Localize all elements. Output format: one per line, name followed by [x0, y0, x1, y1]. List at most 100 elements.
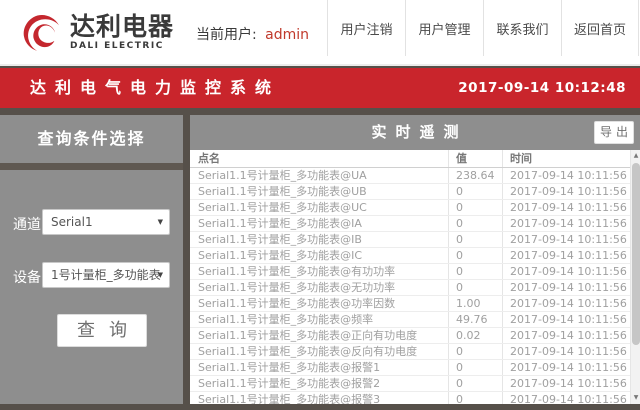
- table-row: Serial1.1号计量柜_多功能表@UB02017-09-14 10:11:5…: [190, 184, 630, 200]
- cell-name: Serial1.1号计量柜_多功能表@反向有功电度: [190, 344, 448, 359]
- cell-time: 2017-09-14 10:11:56: [502, 264, 630, 279]
- cell-time: 2017-09-14 10:11:56: [502, 232, 630, 247]
- system-banner: 达利电气电力监控系统 2017-09-14 10:12:48: [0, 68, 640, 108]
- channel-select-value: Serial1: [51, 215, 93, 229]
- cell-value: 0: [448, 232, 502, 247]
- query-button[interactable]: 查询: [57, 314, 147, 347]
- cell-value: 0: [448, 376, 502, 391]
- cell-name: Serial1.1号计量柜_多功能表@功率因数: [190, 296, 448, 311]
- cell-name: Serial1.1号计量柜_多功能表@报警2: [190, 376, 448, 391]
- cell-value: 0: [448, 360, 502, 375]
- cell-name: Serial1.1号计量柜_多功能表@UC: [190, 200, 448, 215]
- dali-logo-icon: [22, 10, 64, 54]
- table-row: Serial1.1号计量柜_多功能表@正向有功电度0.022017-09-14 …: [190, 328, 630, 344]
- logo-en: DALI ELECTRIC: [70, 41, 174, 51]
- current-user-label: 当前用户:: [196, 27, 257, 43]
- current-user-value: admin: [265, 27, 309, 43]
- channel-select[interactable]: Serial1 ▼: [42, 209, 170, 235]
- cell-time: 2017-09-14 10:11:56: [502, 344, 630, 359]
- scrollbar-thumb[interactable]: [632, 163, 640, 345]
- logo[interactable]: 达利电器 DALI ELECTRIC: [22, 10, 174, 54]
- table-row: Serial1.1号计量柜_多功能表@无功功率02017-09-14 10:11…: [190, 280, 630, 296]
- sidebar-title: 查询条件选择: [0, 115, 183, 163]
- cell-value: 0: [448, 200, 502, 215]
- table-row: Serial1.1号计量柜_多功能表@IA02017-09-14 10:11:5…: [190, 216, 630, 232]
- table-row: Serial1.1号计量柜_多功能表@有功功率02017-09-14 10:11…: [190, 264, 630, 280]
- current-user: 当前用户: admin: [196, 24, 309, 44]
- cell-value: 0: [448, 280, 502, 295]
- table-row: Serial1.1号计量柜_多功能表@反向有功电度02017-09-14 10:…: [190, 344, 630, 360]
- cell-name: Serial1.1号计量柜_多功能表@UB: [190, 184, 448, 199]
- system-title: 达利电气电力监控系统: [30, 68, 280, 108]
- column-header-time: 时间: [502, 150, 630, 167]
- cell-name: Serial1.1号计量柜_多功能表@UA: [190, 168, 448, 183]
- table-row: Serial1.1号计量柜_多功能表@频率49.762017-09-14 10:…: [190, 312, 630, 328]
- cell-value: 0: [448, 248, 502, 263]
- cell-value: 0: [448, 392, 502, 404]
- table-body: Serial1.1号计量柜_多功能表@UA238.642017-09-14 10…: [190, 168, 630, 404]
- cell-name: Serial1.1号计量柜_多功能表@报警1: [190, 360, 448, 375]
- cell-time: 2017-09-14 10:11:56: [502, 280, 630, 295]
- cell-name: Serial1.1号计量柜_多功能表@IC: [190, 248, 448, 263]
- scroll-down-icon[interactable]: ▼: [631, 392, 640, 404]
- cell-value: 49.76: [448, 312, 502, 327]
- column-header-point-name: 点名: [190, 150, 448, 167]
- cell-time: 2017-09-14 10:11:56: [502, 328, 630, 343]
- device-label: 设备: [13, 267, 43, 287]
- cell-time: 2017-09-14 10:11:56: [502, 248, 630, 263]
- top-header: 达利电器 DALI ELECTRIC 当前用户: admin 用户注销 用户管理…: [0, 0, 640, 66]
- table-row: Serial1.1号计量柜_多功能表@功率因数1.002017-09-14 10…: [190, 296, 630, 312]
- table-header-row: 点名 值 时间: [190, 150, 630, 168]
- realtime-telemetry-title: 实时遥测: [190, 115, 640, 150]
- cell-name: Serial1.1号计量柜_多功能表@无功功率: [190, 280, 448, 295]
- table-row: Serial1.1号计量柜_多功能表@报警302017-09-14 10:11:…: [190, 392, 630, 404]
- nav-item-contact-us[interactable]: 联系我们: [483, 0, 561, 56]
- cell-time: 2017-09-14 10:11:56: [502, 216, 630, 231]
- cell-time: 2017-09-14 10:11:56: [502, 296, 630, 311]
- chevron-down-icon: ▼: [158, 263, 163, 287]
- nav-item-user-manage[interactable]: 用户管理: [405, 0, 483, 56]
- table-row: Serial1.1号计量柜_多功能表@IC02017-09-14 10:11:5…: [190, 248, 630, 264]
- nav-item-return-home[interactable]: 返回首页: [561, 0, 639, 56]
- cell-time: 2017-09-14 10:11:56: [502, 312, 630, 327]
- nav-item-user-logout[interactable]: 用户注销: [327, 0, 405, 56]
- cell-value: 0: [448, 216, 502, 231]
- cell-name: Serial1.1号计量柜_多功能表@有功功率: [190, 264, 448, 279]
- cell-time: 2017-09-14 10:11:56: [502, 392, 630, 404]
- table-row: Serial1.1号计量柜_多功能表@报警102017-09-14 10:11:…: [190, 360, 630, 376]
- table-row: Serial1.1号计量柜_多功能表@IB02017-09-14 10:11:5…: [190, 232, 630, 248]
- cell-value: 0.02: [448, 328, 502, 343]
- column-header-value: 值: [448, 150, 502, 167]
- cell-time: 2017-09-14 10:11:56: [502, 184, 630, 199]
- logo-text: 达利电器 DALI ELECTRIC: [70, 13, 174, 51]
- chevron-down-icon: ▼: [158, 210, 163, 234]
- query-sidebar: 查询条件选择 通道 Serial1 ▼ 设备 1号计量柜_多功能表 ▼ 查询: [0, 115, 183, 404]
- cell-name: Serial1.1号计量柜_多功能表@频率: [190, 312, 448, 327]
- cell-time: 2017-09-14 10:11:56: [502, 360, 630, 375]
- table-row: Serial1.1号计量柜_多功能表@UC02017-09-14 10:11:5…: [190, 200, 630, 216]
- cell-value: 1.00: [448, 296, 502, 311]
- cell-value: 0: [448, 264, 502, 279]
- export-button[interactable]: 导出: [594, 121, 634, 144]
- table-row: Serial1.1号计量柜_多功能表@UA238.642017-09-14 10…: [190, 168, 630, 184]
- cell-name: Serial1.1号计量柜_多功能表@报警3: [190, 392, 448, 404]
- cell-name: Serial1.1号计量柜_多功能表@正向有功电度: [190, 328, 448, 343]
- main-panel: 实时遥测 导出 点名 值 时间 Serial1.1号计量柜_多功能表@UA238…: [190, 115, 640, 404]
- cell-time: 2017-09-14 10:11:56: [502, 376, 630, 391]
- main-header-bar: 实时遥测 导出: [190, 115, 640, 150]
- scroll-up-icon[interactable]: ▲: [631, 150, 640, 162]
- top-nav: 用户注销 用户管理 联系我们 返回首页: [327, 0, 639, 56]
- cell-value: 0: [448, 184, 502, 199]
- cell-time: 2017-09-14 10:11:56: [502, 200, 630, 215]
- cell-name: Serial1.1号计量柜_多功能表@IB: [190, 232, 448, 247]
- device-select-value: 1号计量柜_多功能表: [51, 268, 161, 282]
- device-select[interactable]: 1号计量柜_多功能表 ▼: [42, 262, 170, 288]
- cell-time: 2017-09-14 10:11:56: [502, 168, 630, 183]
- logo-cn: 达利电器: [70, 13, 174, 41]
- table-scrollbar[interactable]: ▲ ▼: [630, 150, 640, 404]
- cell-value: 238.64: [448, 168, 502, 183]
- cell-value: 0: [448, 344, 502, 359]
- sidebar-divider: [0, 163, 183, 170]
- telemetry-table: 点名 值 时间 Serial1.1号计量柜_多功能表@UA238.642017-…: [190, 150, 630, 404]
- table-row: Serial1.1号计量柜_多功能表@报警202017-09-14 10:11:…: [190, 376, 630, 392]
